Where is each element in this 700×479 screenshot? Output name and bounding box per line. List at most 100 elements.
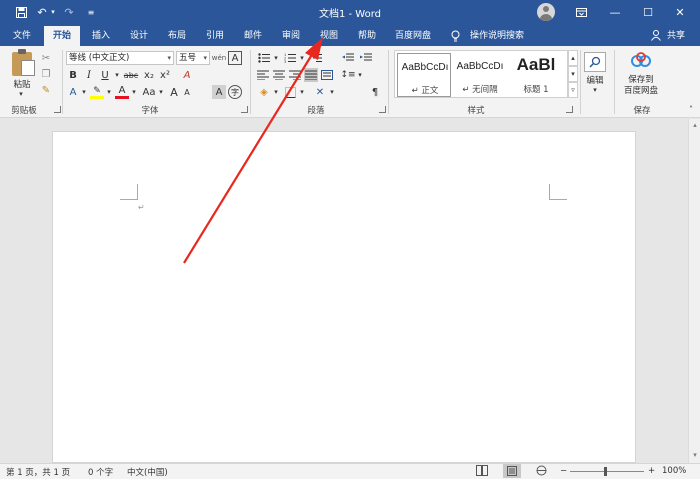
align-center-icon[interactable] bbox=[272, 68, 286, 82]
tab-baidu-netdisk[interactable]: 百度网盘 bbox=[388, 26, 438, 46]
zoom-slider-thumb[interactable] bbox=[604, 467, 607, 476]
tab-references[interactable]: 引用 bbox=[198, 26, 232, 46]
subscript-button[interactable]: x₂ bbox=[142, 68, 156, 82]
zoom-level[interactable]: 100% bbox=[662, 466, 686, 476]
highlight-icon[interactable]: ✎ bbox=[90, 85, 104, 99]
clipboard-launcher-icon[interactable] bbox=[54, 106, 61, 113]
strikethrough-button[interactable]: abc bbox=[122, 68, 140, 82]
read-mode-icon[interactable] bbox=[476, 465, 488, 479]
font-name-select[interactable]: 等线 (中文正文) ▾ bbox=[66, 51, 174, 65]
align-left-icon[interactable] bbox=[256, 68, 270, 82]
show-hide-marks-icon[interactable]: ¶ bbox=[368, 85, 382, 99]
close-button[interactable]: ✕ bbox=[670, 3, 690, 21]
zoom-slider[interactable] bbox=[570, 471, 644, 472]
style-normal[interactable]: AaBbCcDı ↵ 正文 bbox=[397, 53, 451, 97]
grow-font-button[interactable]: A bbox=[168, 85, 180, 99]
language-status[interactable]: 中文(中国) bbox=[127, 466, 168, 478]
customize-qat-icon[interactable]: ≡ bbox=[85, 3, 97, 21]
borders-icon[interactable] bbox=[282, 85, 298, 99]
font-size-select[interactable]: 五号 ▾ bbox=[176, 51, 210, 65]
baidu-netdisk-icon[interactable] bbox=[630, 50, 652, 70]
distributed-icon[interactable] bbox=[320, 68, 334, 82]
text-effects-icon[interactable]: A bbox=[66, 85, 80, 99]
tab-home[interactable]: 开始 bbox=[44, 26, 80, 46]
paste-button[interactable]: 粘贴 bbox=[8, 78, 36, 90]
share-button[interactable]: 共享 bbox=[664, 26, 688, 46]
maximize-button[interactable]: ☐ bbox=[638, 3, 658, 21]
scroll-down-icon[interactable]: ▾ bbox=[690, 451, 700, 461]
chevron-down-icon[interactable]: ▾ bbox=[298, 51, 306, 65]
shading-icon[interactable]: ◈ bbox=[256, 85, 272, 99]
paste-dropdown-icon[interactable]: ▾ bbox=[14, 90, 28, 98]
styles-scroll-down-icon[interactable]: ▾ bbox=[568, 66, 578, 82]
styles-more-icon[interactable]: ▿ bbox=[568, 82, 578, 98]
align-right-icon[interactable] bbox=[288, 68, 302, 82]
vertical-scrollbar[interactable]: ▴ ▾ bbox=[688, 119, 700, 463]
copy-icon[interactable]: ❐ bbox=[40, 68, 52, 80]
chevron-down-icon[interactable]: ▾ bbox=[298, 85, 306, 99]
chevron-down-icon[interactable]: ▾ bbox=[272, 85, 280, 99]
undo-icon[interactable]: ↶ bbox=[35, 3, 49, 21]
zoom-in-button[interactable]: + bbox=[648, 466, 655, 476]
tab-mailings[interactable]: 邮件 bbox=[236, 26, 270, 46]
print-layout-icon[interactable] bbox=[503, 464, 521, 478]
increase-indent-icon[interactable] bbox=[358, 51, 374, 65]
phonetic-guide-icon[interactable]: wén bbox=[212, 51, 226, 65]
tab-design[interactable]: 设计 bbox=[122, 26, 156, 46]
tab-view[interactable]: 视图 bbox=[312, 26, 346, 46]
tell-me-search[interactable]: 操作说明搜索 bbox=[466, 26, 528, 46]
underline-dropdown-icon[interactable]: ▾ bbox=[113, 68, 121, 82]
italic-button[interactable]: I bbox=[82, 68, 96, 82]
font-color-button[interactable]: A bbox=[115, 85, 129, 99]
justify-icon[interactable] bbox=[304, 68, 318, 82]
chevron-down-icon[interactable]: ▾ bbox=[157, 85, 165, 99]
cut-icon[interactable]: ✂ bbox=[40, 52, 52, 64]
tab-layout[interactable]: 布局 bbox=[160, 26, 194, 46]
editing-button[interactable]: 编辑 bbox=[580, 74, 610, 86]
font-launcher-icon[interactable] bbox=[241, 106, 248, 113]
save-icon[interactable] bbox=[13, 3, 29, 21]
chevron-down-icon[interactable]: ▾ bbox=[80, 85, 88, 99]
style-heading-1[interactable]: AaBl 标题 1 bbox=[509, 53, 563, 97]
undo-dropdown-icon[interactable]: ▾ bbox=[49, 3, 57, 21]
tab-review[interactable]: 审阅 bbox=[274, 26, 308, 46]
ribbon-display-icon[interactable] bbox=[573, 3, 589, 21]
underline-button[interactable]: U bbox=[98, 68, 112, 82]
decrease-indent-icon[interactable] bbox=[340, 51, 356, 65]
numbering-icon[interactable]: 123 bbox=[282, 51, 298, 65]
bullets-icon[interactable] bbox=[256, 51, 272, 65]
enclose-characters-icon[interactable]: 字 bbox=[228, 85, 242, 99]
format-painter-icon[interactable]: ✎ bbox=[40, 84, 52, 96]
chevron-down-icon[interactable]: ▾ bbox=[272, 51, 280, 65]
chevron-down-icon[interactable]: ▾ bbox=[130, 85, 138, 99]
web-layout-icon[interactable] bbox=[536, 465, 547, 479]
multilevel-list-icon[interactable] bbox=[308, 51, 324, 65]
chevron-down-icon[interactable]: ▾ bbox=[356, 68, 364, 82]
line-spacing-icon[interactable]: ↕≡ bbox=[340, 68, 356, 82]
avatar[interactable] bbox=[537, 3, 555, 21]
collapse-ribbon-icon[interactable]: ˄ bbox=[686, 104, 696, 114]
redo-icon[interactable]: ↷ bbox=[62, 3, 76, 21]
style-no-spacing[interactable]: AaBbCcDı ↵ 无间隔 bbox=[453, 53, 507, 97]
tab-file[interactable]: 文件 bbox=[4, 26, 40, 46]
share-icon[interactable] bbox=[650, 26, 662, 46]
styles-scroll-up-icon[interactable]: ▴ bbox=[568, 50, 578, 66]
shrink-font-button[interactable]: A bbox=[181, 85, 193, 99]
tab-help[interactable]: 帮助 bbox=[350, 26, 384, 46]
scroll-up-icon[interactable]: ▴ bbox=[690, 121, 700, 131]
tab-insert[interactable]: 插入 bbox=[84, 26, 118, 46]
change-case-button[interactable]: Aa bbox=[141, 85, 157, 99]
character-shading-icon[interactable]: A bbox=[212, 85, 226, 99]
bold-button[interactable]: B bbox=[66, 68, 80, 82]
clear-formatting-icon[interactable]: A bbox=[180, 68, 194, 82]
minimize-button[interactable]: — bbox=[605, 3, 625, 21]
chevron-down-icon[interactable]: ▾ bbox=[105, 85, 113, 99]
superscript-button[interactable]: x² bbox=[158, 68, 172, 82]
word-count-status[interactable]: 0 个字 bbox=[88, 466, 113, 478]
zoom-out-button[interactable]: − bbox=[560, 466, 567, 476]
save-to-baidu-button[interactable]: 保存到 百度网盘 bbox=[618, 72, 664, 100]
styles-launcher-icon[interactable] bbox=[566, 106, 573, 113]
search-icon[interactable] bbox=[584, 52, 606, 72]
chinese-layout-icon[interactable]: ✕ bbox=[312, 85, 328, 99]
chevron-down-icon[interactable]: ▾ bbox=[328, 85, 336, 99]
